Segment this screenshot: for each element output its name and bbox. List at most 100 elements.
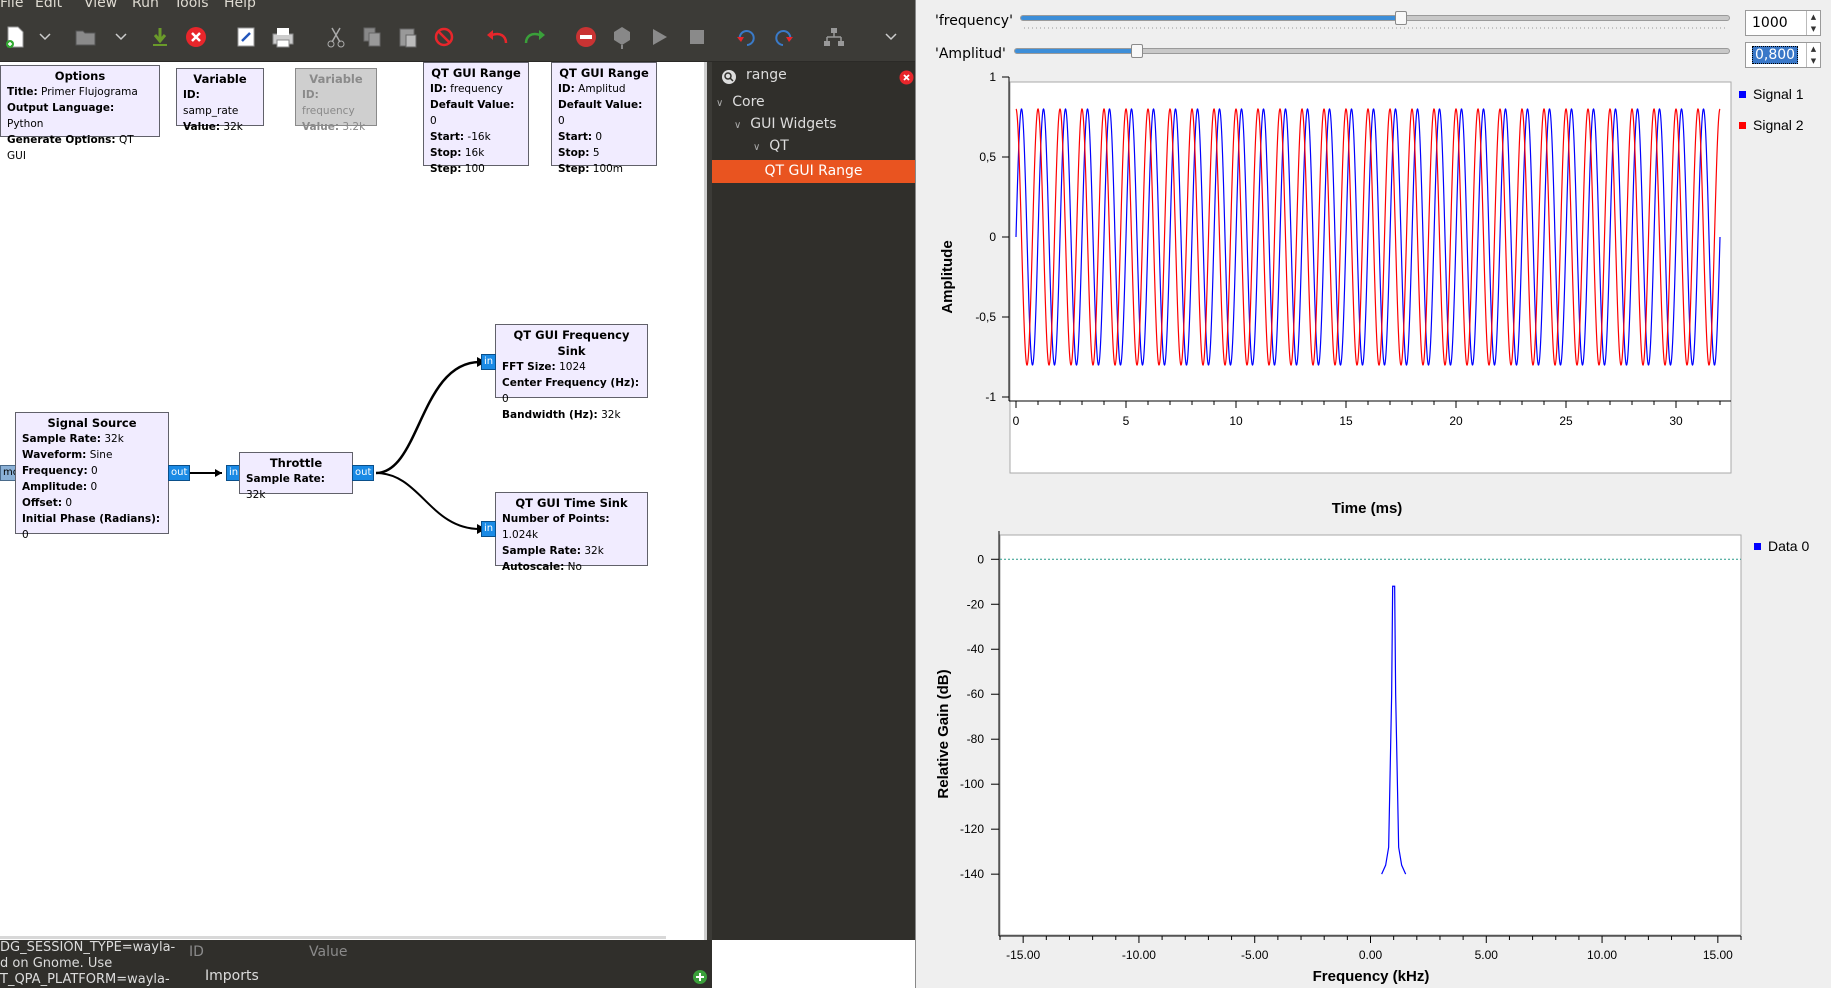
chevron-down-icon[interactable] — [114, 25, 128, 49]
open-folder-icon[interactable] — [74, 25, 98, 49]
close-icon[interactable] — [184, 25, 208, 49]
param-key: Step: — [558, 163, 590, 175]
param-key: Default Value: — [430, 99, 515, 111]
frequency-sink-plot[interactable]: 0 -20 -40 -60 -80 -100 -120 -140 -15.00 -10.00 -5.… — [916, 526, 1831, 988]
param-value: 16k — [464, 147, 485, 159]
param-key: Frequency: — [22, 465, 88, 477]
param-value: Amplitud — [578, 83, 626, 95]
chevron-down-icon[interactable] — [884, 25, 898, 49]
variable-block[interactable]: Variable ID: samp_rate Value: 32k — [176, 68, 264, 133]
run-icon[interactable] — [647, 25, 671, 49]
slider-handle[interactable] — [1395, 11, 1407, 25]
menu-view[interactable]: View — [84, 0, 117, 10]
frequency-spinbox[interactable]: 1000 ▲ ▼ — [1745, 10, 1821, 36]
x-axis-label: Frequency (kHz) — [1313, 968, 1430, 985]
param-value: Sine — [89, 449, 113, 461]
hierarchy-icon[interactable] — [822, 25, 846, 49]
y-tick-label: -20 — [967, 597, 985, 611]
menu-run[interactable]: Run — [132, 0, 159, 10]
legend-signal-1[interactable]: Signal 1 — [1753, 86, 1804, 102]
tree-item-qt[interactable]: ∨ QT — [753, 135, 789, 157]
variable-block-disabled[interactable]: Variable ID: frequency Value: 3.2k — [295, 68, 377, 133]
legend-swatch — [1739, 122, 1746, 129]
param-key: FFT Size: — [502, 361, 556, 373]
in-port[interactable]: in — [481, 521, 497, 537]
generate-icon[interactable] — [610, 25, 634, 49]
chevron-down-icon[interactable] — [38, 25, 52, 49]
menu-tools[interactable]: Tools — [174, 0, 209, 10]
rotate-cw-icon[interactable] — [772, 25, 796, 49]
menu-help[interactable]: Help — [224, 0, 256, 10]
disable-icon[interactable] — [432, 25, 456, 49]
copy-icon[interactable] — [360, 25, 384, 49]
frequency-label: 'frequency' — [935, 13, 1013, 29]
qt-gui-frequency-sink-block[interactable]: QT GUI Frequency Sink FFT Size: 1024 Cen… — [495, 324, 648, 421]
tree-item-gui-widgets[interactable]: ∨ GUI Widgets — [734, 113, 837, 135]
in-port[interactable]: in — [481, 354, 497, 370]
edit-icon[interactable] — [234, 25, 258, 49]
amplitude-spinbox[interactable]: 0,800 ▲ ▼ — [1745, 42, 1821, 68]
save-icon[interactable] — [148, 25, 172, 49]
out-port[interactable]: out — [352, 465, 375, 481]
qt-gui-range-block[interactable]: QT GUI Range ID: frequency Default Value… — [423, 62, 529, 175]
param-key: Autoscale: — [502, 561, 565, 573]
console-line: T_QPA_PLATFORM=wayla- — [0, 972, 170, 987]
add-icon[interactable] — [692, 969, 708, 985]
undo-icon[interactable] — [484, 25, 508, 49]
menu-file[interactable]: File — [0, 0, 23, 10]
rotate-ccw-icon[interactable] — [734, 25, 758, 49]
qt-gui-range-block[interactable]: QT GUI Range ID: Amplitud Default Value:… — [551, 62, 657, 175]
y-axis-label: Amplitude — [939, 240, 956, 313]
clear-search-icon[interactable] — [899, 70, 914, 85]
search-input[interactable]: range — [746, 67, 787, 83]
qt-gui-time-sink-block[interactable]: QT GUI Time Sink Number of Points: 1.024… — [495, 492, 648, 573]
signal-source-block[interactable]: Signal Source Sample Rate: 32k Waveform:… — [15, 412, 169, 541]
param-value: frequency — [302, 105, 355, 117]
paste-icon[interactable] — [396, 25, 420, 49]
cut-icon[interactable] — [324, 25, 348, 49]
y-tick-label: 0 — [977, 552, 984, 566]
grc-window: File Edit View Run Tools Help Options Ti… — [0, 0, 915, 988]
chevron-down-icon: ∨ — [716, 98, 724, 109]
tree-item-core[interactable]: ∨ Core — [716, 91, 765, 113]
param-key: Stop: — [430, 147, 462, 159]
stop-circle-icon[interactable] — [574, 25, 598, 49]
param-key: ID: — [302, 89, 319, 101]
column-header-value: Value — [309, 944, 348, 960]
block-title: Signal Source — [47, 416, 137, 430]
time-sink-plot[interactable]: 1 0,5 0 -0,5 -1 0 5 10 15 20 25 30 Amplitude Time (… — [916, 72, 1831, 522]
options-block[interactable]: Options Title: Primer Flujograma Output … — [0, 65, 160, 162]
flowgraph-canvas[interactable]: Options Title: Primer Flujograma Output … — [0, 62, 707, 940]
param-key: Waveform: — [22, 449, 87, 461]
console-panel: DG_SESSION_TYPE=wayla- d on Gnome. Use T… — [0, 940, 183, 988]
print-icon[interactable] — [271, 25, 295, 49]
menu-edit[interactable]: Edit — [35, 0, 62, 10]
frequency-slider[interactable] — [1020, 11, 1730, 25]
param-key: ID: — [558, 83, 575, 95]
spinbox-value: 1000 — [1752, 15, 1788, 31]
param-key: Sample Rate: — [246, 473, 325, 485]
param-value: 5 — [592, 147, 600, 159]
legend-signal-2[interactable]: Signal 2 — [1753, 117, 1804, 133]
slider-handle[interactable] — [1131, 44, 1143, 58]
x-tick-label: 25 — [1559, 414, 1573, 428]
new-file-icon[interactable] — [3, 25, 27, 49]
y-tick-label: -60 — [967, 687, 985, 701]
tree-item-qt-gui-range[interactable]: QT GUI Range — [712, 160, 915, 183]
spin-arrows-icon[interactable]: ▲ ▼ — [1806, 11, 1820, 35]
redo-icon[interactable] — [522, 25, 546, 49]
throttle-block[interactable]: Throttle Sample Rate: 32k — [239, 452, 353, 501]
library-search[interactable]: range — [718, 62, 915, 92]
x-tick-label: -15.00 — [1006, 948, 1040, 962]
out-port[interactable]: out — [168, 465, 191, 481]
param-value: 32k — [223, 121, 243, 133]
stop-icon[interactable] — [685, 25, 709, 49]
spinbox-value: 0,800 — [1752, 46, 1799, 64]
param-value: 100m — [592, 163, 624, 175]
amplitude-slider[interactable] — [1014, 44, 1730, 58]
y-axis-label: Relative Gain (dB) — [935, 669, 952, 798]
spin-arrows-icon[interactable]: ▲ ▼ — [1806, 43, 1820, 67]
legend-data-0[interactable]: Data 0 — [1768, 538, 1809, 554]
horizontal-scrollbar[interactable] — [0, 936, 666, 939]
variable-row-imports[interactable]: Imports — [205, 968, 259, 984]
